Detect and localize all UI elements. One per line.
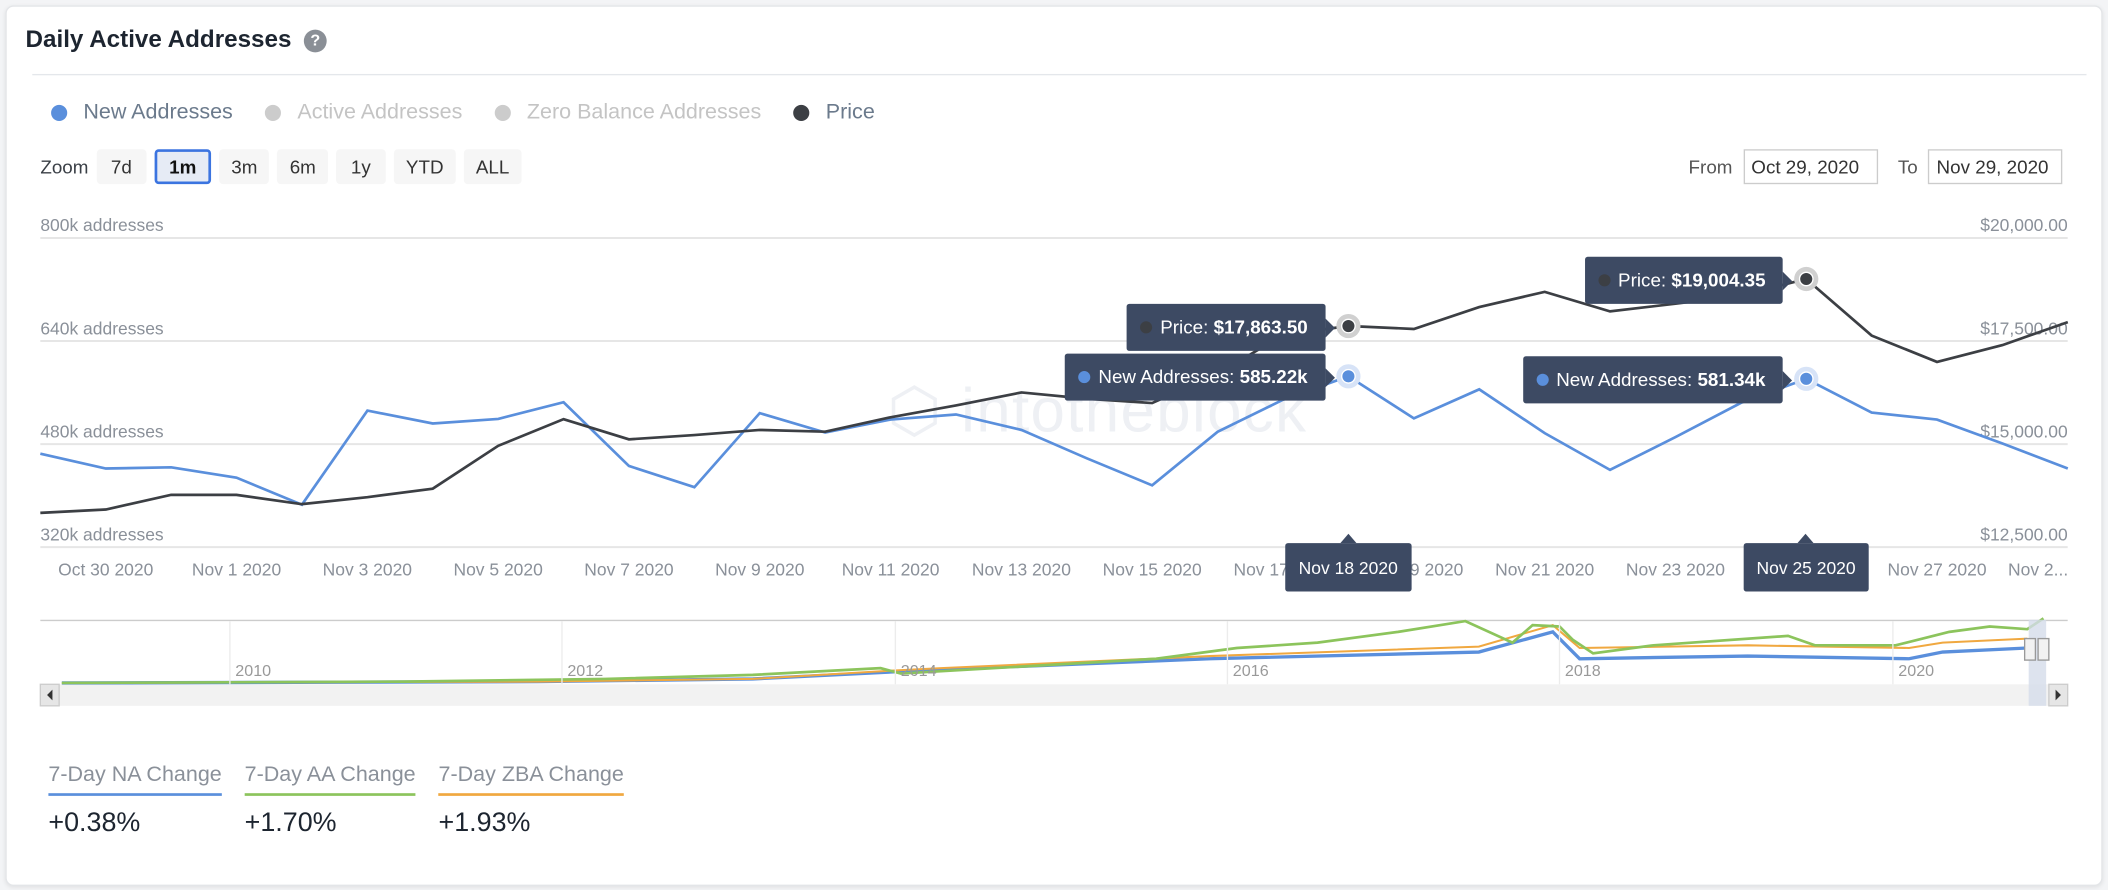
navigator-year-label: 2016: [1233, 662, 1269, 680]
tooltip-label: New Addresses:: [1556, 368, 1698, 390]
x-tick-label: Nov 7 2020: [584, 559, 674, 579]
new-addresses-tooltip: New Addresses: 581.34k: [1522, 355, 1792, 404]
stat-label: 7-Day AA Change: [244, 764, 416, 796]
navigator-year-label: 2020: [1898, 662, 1934, 680]
navigator-year-label: 2014: [901, 662, 937, 680]
x-tick-label: Nov 23 2020: [1626, 559, 1725, 579]
y-left-tick-label: 320k addresses: [40, 524, 164, 544]
tooltip-value: $19,004.35: [1671, 268, 1766, 290]
stat-value: +1.70%: [244, 807, 337, 838]
stat-label: 7-Day ZBA Change: [438, 764, 624, 796]
tooltip-value: $17,863.50: [1213, 315, 1308, 337]
stat-aa-change: 7-Day AA Change +1.70%: [244, 764, 416, 839]
stat-value: +1.93%: [438, 807, 531, 838]
y-left-tick-label: 640k addresses: [40, 318, 164, 338]
y-left-tick-label: 800k addresses: [40, 215, 164, 235]
date-tooltip: Nov 25 2020: [1743, 533, 1870, 592]
main-chart[interactable]: 320k addresses $12,500.00 480k addresses $1…: [0, 0, 2108, 890]
na-point[interactable]: [1341, 368, 1356, 384]
tooltip-label: New Addresses:: [1098, 365, 1240, 388]
price-point[interactable]: [1798, 271, 1814, 287]
navigator-scrollbar[interactable]: [40, 684, 2068, 706]
x-tick-label: Nov 3 2020: [323, 559, 413, 579]
stat-label: 7-Day NA Change: [48, 764, 222, 796]
y-left-tick-label: 480k addresses: [40, 421, 164, 441]
navigator-handle-right[interactable]: [2037, 637, 2050, 661]
y-right-tick-label: $12,500.00: [1980, 524, 2068, 544]
series-dot-icon: [1536, 373, 1549, 386]
y-right-tick-label: $15,000.00: [1980, 421, 2068, 441]
navigator-year-label: 2018: [1565, 662, 1601, 680]
navigator-selection[interactable]: [2028, 619, 2047, 706]
y-right-tick-label: $17,500.00: [1980, 318, 2068, 338]
tooltip-value: 585.22k: [1239, 365, 1308, 388]
x-tick-label: Nov 27 2020: [1888, 559, 1987, 579]
seven-day-stats: 7-Day NA Change +0.38% 7-Day AA Change +1.…: [48, 764, 646, 839]
date-tooltip: Nov 18 2020: [1285, 533, 1412, 592]
navigator-year-label: 2010: [235, 662, 271, 680]
new-addresses-tooltip: New Addresses: 585.22k: [1064, 353, 1335, 401]
tooltip-label: Price:: [1160, 315, 1214, 337]
x-tick-label: Nov 9 2020: [715, 559, 805, 579]
na-point[interactable]: [1798, 371, 1814, 387]
price-tooltip: Price: $19,004.35: [1584, 256, 1793, 304]
series-dot-icon: [1078, 370, 1091, 384]
x-tick-label: Nov 2...: [2008, 559, 2068, 579]
x-tick-label: Nov 11 2020: [842, 559, 940, 579]
x-tick-label: Nov 5 2020: [453, 559, 543, 579]
stat-value: +0.38%: [48, 807, 141, 838]
tooltip-label: Price:: [1618, 268, 1672, 290]
navigator-area[interactable]: [40, 619, 2068, 685]
stat-na-change: 7-Day NA Change +0.38%: [48, 764, 222, 839]
series-dot-icon: [1140, 320, 1153, 333]
y-right-tick-label: $20,000.00: [1980, 215, 2068, 235]
price-point[interactable]: [1341, 318, 1356, 334]
price-tooltip: Price: $17,863.50: [1126, 303, 1335, 351]
series-dot-icon: [1597, 273, 1610, 286]
x-tick-label: Nov 15 2020: [1103, 559, 1202, 579]
x-tick-label: Nov 1 2020: [192, 559, 282, 579]
x-tick-label: Nov 13 2020: [972, 559, 1071, 579]
navigator-year-label: 2012: [567, 662, 603, 680]
tooltip-value: 581.34k: [1697, 368, 1766, 390]
x-tick-label: Oct 30 2020: [58, 559, 153, 579]
x-tick-label: Nov 21 2020: [1495, 559, 1594, 579]
stat-zba-change: 7-Day ZBA Change +1.93%: [438, 764, 624, 839]
navigator-handle-left[interactable]: [2023, 637, 2037, 661]
stage: Daily Active Addresses ? New Addresses A…: [0, 0, 2108, 890]
